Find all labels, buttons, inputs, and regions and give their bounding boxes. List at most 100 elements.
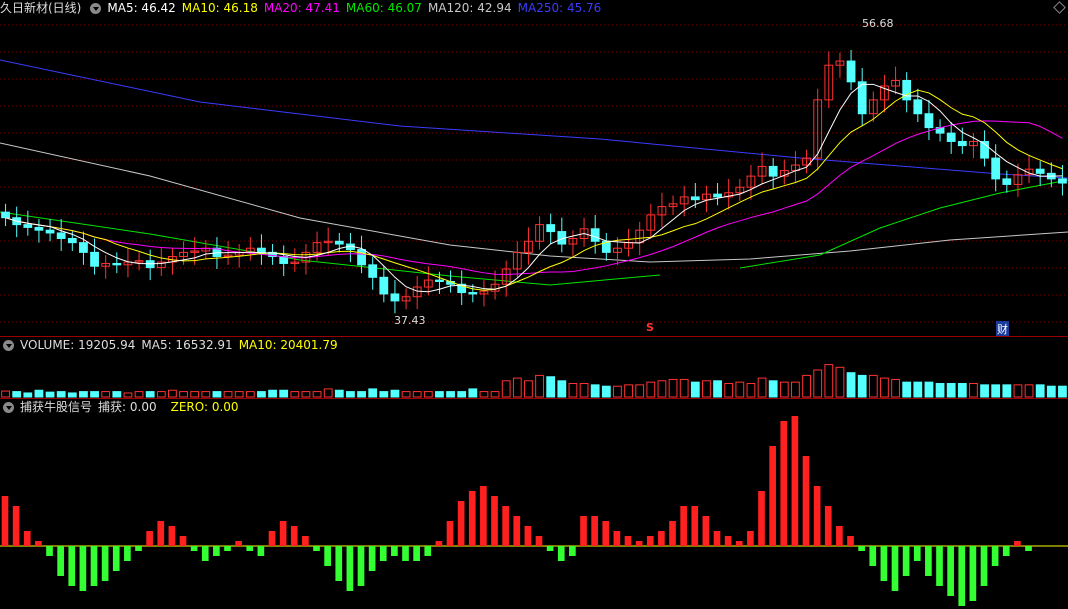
volume-bar: [390, 389, 400, 398]
volume-bar: [279, 389, 289, 398]
signal-bar: [413, 546, 420, 561]
volume-bar: [935, 383, 945, 398]
volume-bar: [779, 381, 789, 398]
candle-body: [1035, 168, 1045, 174]
candle-body: [768, 165, 778, 177]
volume-bar: [791, 381, 800, 398]
volume-bar: [435, 391, 444, 398]
volume-bar: [535, 374, 544, 398]
signal-bar: [480, 486, 487, 546]
signal-bar: [969, 546, 977, 601]
volume-bar: [412, 391, 422, 398]
signal-bar: [368, 546, 376, 571]
signal-bar: [713, 531, 721, 546]
volume-collapse-icon[interactable]: [3, 339, 14, 351]
volume-bar: [168, 389, 177, 398]
signal-bar: [468, 491, 476, 546]
volume-bar: [624, 384, 633, 398]
volume-bar: [969, 383, 978, 398]
signal-bar: [224, 546, 231, 551]
signal-bar: [591, 516, 598, 546]
ma120-line: [0, 142, 1068, 263]
candle-body: [590, 228, 600, 242]
volume-bar: [657, 380, 667, 398]
signal-bar: [891, 546, 899, 591]
finance-marker[interactable]: 财: [996, 321, 1009, 337]
candle-body: [1002, 178, 1012, 185]
signal-bar: [268, 531, 276, 546]
volume-bar: [223, 391, 233, 398]
signal-bar: [246, 546, 254, 551]
signal-bar: [669, 521, 676, 546]
volume-bar: [67, 392, 77, 398]
signal-bar: [12, 506, 20, 546]
signal-bar: [769, 446, 776, 546]
candle-body: [924, 113, 934, 129]
signal-bar: [201, 546, 209, 561]
signal-bar: [402, 546, 409, 561]
volume-bar: [590, 384, 600, 398]
volume-bar: [601, 385, 611, 398]
volume-bar: [902, 381, 912, 398]
signal-bar: [135, 546, 142, 551]
volume-bar: [679, 378, 689, 398]
volume-bar: [45, 391, 55, 398]
volume-bar: [501, 380, 511, 398]
signal-bar: [758, 491, 765, 546]
signal-bar: [335, 546, 343, 581]
volume-bar: [835, 366, 845, 398]
signal-bar: [157, 521, 165, 546]
signal-bar: [802, 456, 810, 546]
volume-bar: [346, 391, 355, 398]
volume-bar: [401, 391, 411, 398]
candle-body: [34, 226, 44, 231]
volume-bar: [23, 392, 33, 398]
signal-bar: [702, 516, 710, 546]
signal-bar: [635, 541, 643, 546]
signal-bar: [112, 546, 120, 571]
candle-body: [390, 293, 400, 302]
volume-bar: [323, 388, 333, 398]
signal-bar: [836, 526, 843, 546]
signal-bar: [569, 546, 576, 556]
candle-body: [991, 157, 1001, 180]
volume-bar: [1035, 384, 1045, 398]
signal-bar: [813, 486, 821, 546]
volume-bar: [668, 378, 678, 398]
volume-bar: [613, 385, 622, 398]
candle-body: [913, 99, 923, 115]
candle-body: [379, 276, 389, 295]
signal-bar: [302, 536, 309, 546]
candle-body: [45, 229, 55, 234]
candle-body: [435, 279, 444, 282]
signal-bar: [168, 526, 176, 546]
volume-bar: [156, 391, 166, 398]
signal-bar: [902, 546, 910, 576]
volume-bar: [245, 391, 255, 398]
signal-bar: [491, 496, 498, 546]
volume-bar: [824, 364, 834, 398]
volume-bar: [868, 374, 878, 398]
volume-bar: [646, 381, 656, 398]
signal-bar: [457, 501, 465, 546]
indicator-panel-header: 捕获牛股信号 捕获: 0.00 ZERO: 0.00: [0, 399, 245, 415]
candle-body: [112, 262, 122, 266]
stock-chart[interactable]: [0, 0, 1068, 609]
signal-bar: [980, 546, 988, 586]
candle-body: [368, 264, 378, 278]
signal-bar: [279, 521, 287, 546]
volume-value: VOLUME: 19205.94: [20, 338, 136, 352]
volume-bar: [179, 391, 188, 398]
signal-bar: [290, 526, 298, 546]
candle-body: [690, 196, 700, 201]
signal-s-marker[interactable]: S: [646, 321, 654, 334]
signal-bar: [936, 546, 943, 586]
candle-body: [946, 132, 956, 142]
signal-bar: [513, 516, 521, 546]
volume-bar: [312, 391, 322, 398]
volume-bar: [735, 381, 745, 398]
candle-body: [79, 242, 88, 253]
indicator-collapse-icon[interactable]: [3, 401, 14, 413]
volume-bar: [112, 391, 122, 398]
signal-bar: [1, 496, 9, 546]
